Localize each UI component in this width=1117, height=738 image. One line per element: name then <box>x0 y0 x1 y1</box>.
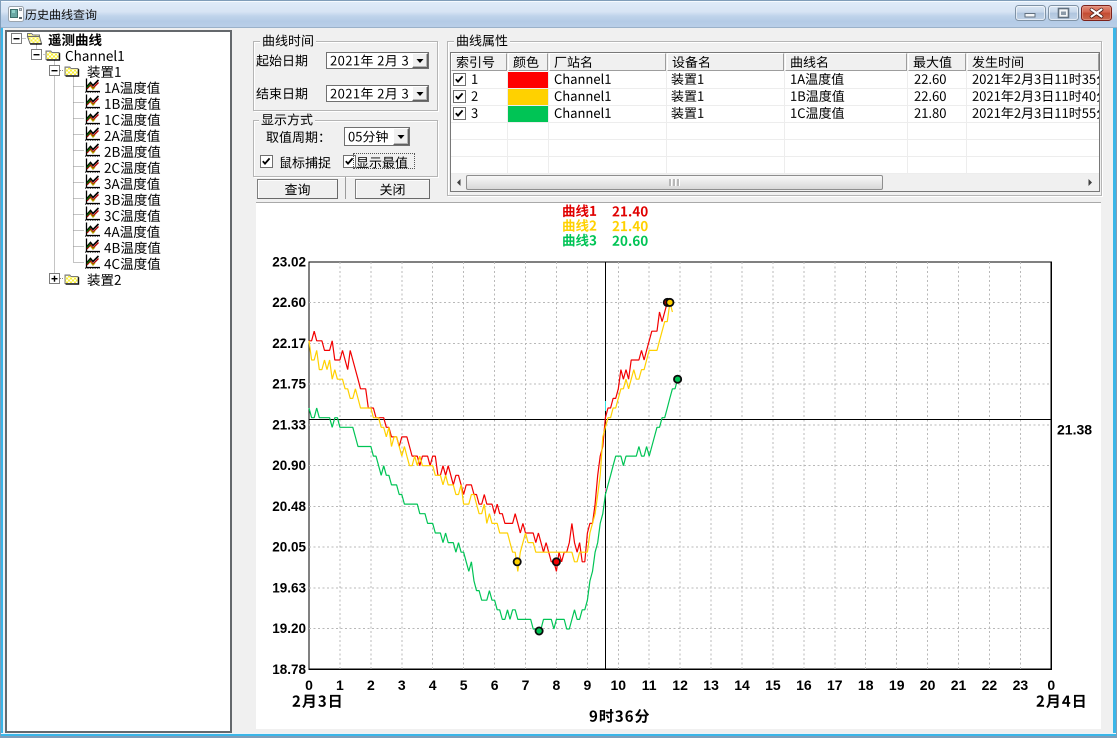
svg-text:20: 20 <box>920 677 936 693</box>
svg-text:20.05: 20.05 <box>272 540 306 555</box>
svg-text:12: 12 <box>672 677 688 693</box>
svg-text:3: 3 <box>398 677 406 693</box>
svg-text:22.60: 22.60 <box>272 295 306 310</box>
svg-text:10: 10 <box>611 677 627 693</box>
svg-text:21.75: 21.75 <box>272 377 306 392</box>
svg-text:4: 4 <box>429 677 437 693</box>
svg-text:21: 21 <box>951 677 967 693</box>
svg-text:21.33: 21.33 <box>272 418 306 433</box>
svg-text:1: 1 <box>336 677 344 693</box>
svg-text:7: 7 <box>522 677 530 693</box>
svg-text:0: 0 <box>305 677 313 693</box>
svg-text:5: 5 <box>460 677 468 693</box>
svg-text:19.20: 19.20 <box>272 621 306 636</box>
svg-text:17: 17 <box>827 677 843 693</box>
svg-text:23: 23 <box>1013 677 1029 693</box>
svg-text:23.02: 23.02 <box>272 255 306 270</box>
svg-text:18.78: 18.78 <box>272 662 306 677</box>
svg-text:0: 0 <box>1047 677 1055 693</box>
svg-text:15: 15 <box>765 677 781 693</box>
svg-text:20.48: 20.48 <box>272 499 306 514</box>
svg-text:20.90: 20.90 <box>272 458 306 473</box>
svg-text:13: 13 <box>703 677 719 693</box>
svg-text:22.17: 22.17 <box>272 336 306 351</box>
svg-text:2: 2 <box>367 677 375 693</box>
svg-text:21.38: 21.38 <box>1057 422 1092 438</box>
svg-text:8: 8 <box>553 677 561 693</box>
svg-text:22: 22 <box>982 677 998 693</box>
svg-text:16: 16 <box>796 677 812 693</box>
svg-text:9: 9 <box>584 677 592 693</box>
svg-text:18: 18 <box>858 677 874 693</box>
svg-text:19.63: 19.63 <box>272 580 306 595</box>
svg-text:6: 6 <box>491 677 499 693</box>
svg-text:19: 19 <box>889 677 905 693</box>
svg-text:14: 14 <box>734 677 750 693</box>
svg-text:11: 11 <box>642 677 657 693</box>
